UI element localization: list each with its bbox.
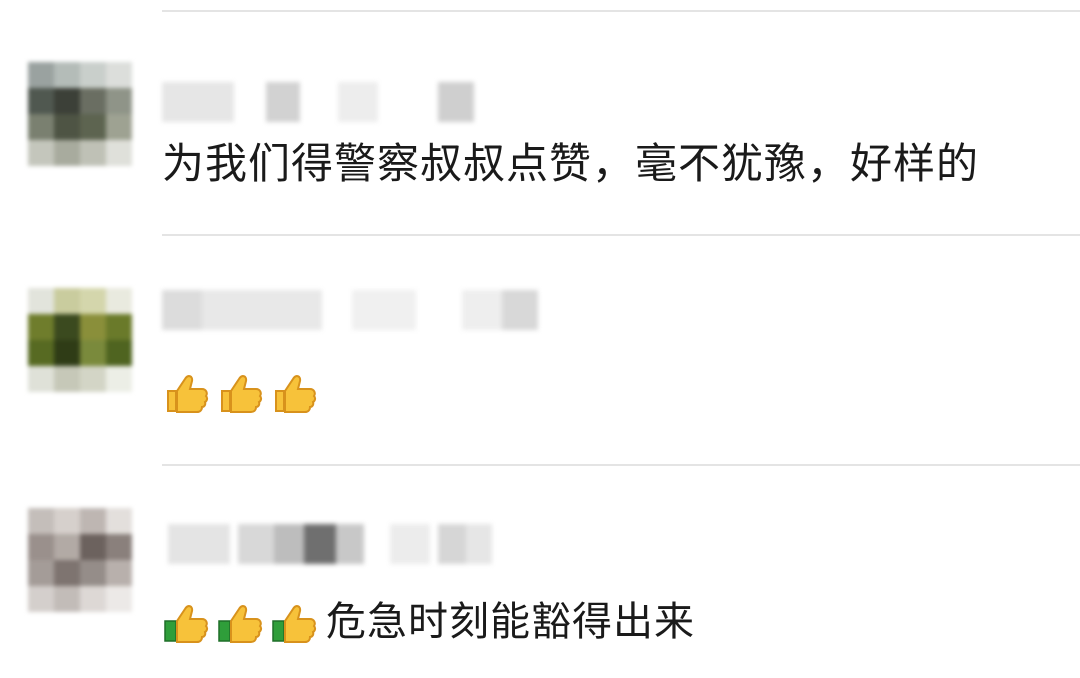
comment-body: 危急时刻能豁得出来 xyxy=(162,596,695,648)
comment-text: 为我们得警察叔叔点赞，毫不犹豫，好样的 xyxy=(162,139,980,188)
thumbs-up-icon xyxy=(270,599,318,645)
avatar[interactable] xyxy=(28,288,132,392)
nickname-blurred[interactable] xyxy=(162,524,492,564)
avatar[interactable] xyxy=(28,62,132,166)
divider xyxy=(162,234,1080,236)
comment-text: 危急时刻能豁得出来 xyxy=(326,599,695,645)
thumbs-up-icon xyxy=(270,369,318,415)
nickname-blurred[interactable] xyxy=(162,290,542,330)
divider-top xyxy=(162,10,1080,12)
nickname-blurred[interactable] xyxy=(162,82,482,122)
thumbs-up-icon xyxy=(216,369,264,415)
thumbs-up-icon xyxy=(162,599,210,645)
thumbs-up-icon xyxy=(216,599,264,645)
thumbs-up-icon xyxy=(162,369,210,415)
avatar[interactable] xyxy=(28,508,132,612)
divider xyxy=(162,464,1080,466)
emoji-row xyxy=(162,368,324,416)
